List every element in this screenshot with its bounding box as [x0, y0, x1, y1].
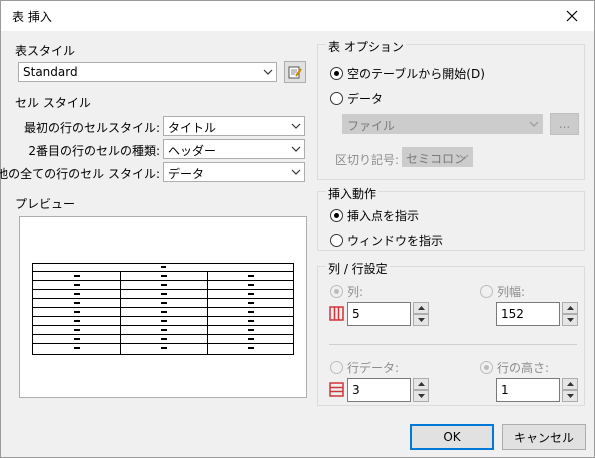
columns-icon — [329, 306, 344, 321]
radio-specify-insertion-point-label: 挿入点を指示 — [347, 209, 420, 223]
preview-heading: プレビュー — [15, 197, 76, 211]
other-rows-style-label: 他の全ての行のセル スタイル: — [0, 167, 160, 181]
row-height-value: 1 — [501, 383, 509, 397]
radio-circle — [330, 361, 343, 374]
row-height-input[interactable]: 1 — [496, 378, 560, 402]
rows-icon — [329, 382, 344, 397]
table-style-edit-button[interactable] — [284, 61, 306, 83]
data-rows-spinner[interactable] — [413, 378, 429, 402]
browse-button[interactable]: ... — [550, 113, 579, 135]
radio-columns[interactable]: 列: — [330, 283, 363, 300]
radio-specify-window[interactable]: ウィンドウを指示 — [330, 232, 443, 249]
second-row-type-value: ヘッダー — [168, 144, 217, 158]
columns-value: 5 — [352, 307, 360, 321]
radio-row-height-label: 行の高さ: — [497, 361, 550, 375]
window-title: 表 挿入 — [12, 10, 52, 24]
divider — [329, 344, 577, 345]
ok-button[interactable]: OK — [410, 424, 494, 450]
table-style-value: Standard — [23, 65, 78, 79]
triangle-up-icon — [417, 382, 425, 386]
radio-specify-window-label: ウィンドウを指示 — [347, 234, 444, 248]
table-preview — [19, 216, 307, 398]
triangle-up-icon — [566, 306, 574, 310]
table-style-select[interactable]: Standard — [18, 62, 277, 82]
row-height-spinner-up[interactable] — [562, 378, 578, 390]
cancel-button-label: キャンセル — [513, 430, 574, 445]
chevron-down-icon — [291, 169, 301, 175]
columns-spinner-down[interactable] — [413, 314, 429, 326]
chevron-down-icon — [291, 123, 301, 129]
row-height-spinner[interactable] — [562, 378, 578, 402]
column-width-spinner-down[interactable] — [562, 314, 578, 326]
insert-table-dialog: 表 挿入 表スタイル Standard セル スタイル 最初の行のセルスタイル:… — [0, 0, 595, 458]
browse-button-label: ... — [558, 117, 571, 131]
delimiter-value: セミコロン — [406, 152, 467, 166]
other-rows-style-select[interactable]: データ — [163, 162, 305, 182]
first-row-style-value: タイトル — [168, 121, 217, 135]
other-rows-style-value: データ — [168, 167, 205, 181]
column-width-spinner[interactable] — [562, 302, 578, 326]
radio-empty-table[interactable]: 空のテーブルから開始(D) — [330, 65, 485, 82]
chevron-down-icon — [529, 121, 539, 127]
radio-circle — [480, 285, 493, 298]
radio-from-data-label: データ — [347, 92, 384, 106]
triangle-up-icon — [417, 306, 425, 310]
delimiter-select[interactable]: セミコロン — [402, 147, 473, 167]
close-icon — [566, 10, 578, 22]
chevron-down-icon — [459, 154, 469, 160]
columns-spinner[interactable] — [413, 302, 429, 326]
first-row-style-label: 最初の行のセルスタイル: — [23, 121, 160, 135]
radio-data-rows-label: 行データ: — [347, 361, 400, 375]
columns-spinner-up[interactable] — [413, 302, 429, 314]
triangle-up-icon — [566, 382, 574, 386]
table-style-heading: 表スタイル — [15, 44, 76, 58]
data-rows-input[interactable]: 3 — [347, 378, 411, 402]
triangle-down-icon — [566, 318, 574, 322]
radio-column-width[interactable]: 列幅: — [480, 283, 525, 300]
delimiter-label: 区切り記号: — [335, 153, 400, 167]
insert-behavior-heading: 挿入動作 — [326, 185, 379, 202]
edit-style-icon — [288, 66, 302, 79]
radio-column-width-label: 列幅: — [497, 285, 526, 299]
radio-circle-selected — [480, 361, 493, 374]
second-row-type-label: 2番目の行のセルの種類: — [28, 144, 160, 158]
columns-input[interactable]: 5 — [347, 302, 411, 326]
close-button[interactable] — [550, 1, 594, 31]
cancel-button[interactable]: キャンセル — [502, 424, 586, 450]
column-width-value: 152 — [501, 307, 524, 321]
table-options-heading: 表 オプション — [326, 38, 406, 55]
table-preview-image — [32, 263, 294, 355]
first-row-style-select[interactable]: タイトル — [163, 116, 305, 136]
radio-circle-selected — [330, 67, 343, 80]
column-width-spinner-up[interactable] — [562, 302, 578, 314]
triangle-down-icon — [417, 394, 425, 398]
title-bar: 表 挿入 — [1, 1, 594, 31]
radio-circle — [330, 234, 343, 247]
data-rows-spinner-down[interactable] — [413, 390, 429, 402]
second-row-type-select[interactable]: ヘッダー — [163, 139, 305, 159]
chevron-down-icon — [263, 69, 273, 75]
triangle-down-icon — [566, 394, 574, 398]
data-rows-spinner-up[interactable] — [413, 378, 429, 390]
column-row-settings-heading: 列 / 行設定 — [326, 260, 390, 277]
data-file-value: ファイル — [347, 119, 396, 133]
row-height-spinner-down[interactable] — [562, 390, 578, 402]
radio-empty-table-label: 空のテーブルから開始(D) — [347, 67, 485, 81]
radio-circle-selected — [330, 285, 343, 298]
ok-button-label: OK — [443, 430, 461, 444]
cell-style-heading: セル スタイル — [15, 96, 91, 110]
radio-circle-selected — [330, 209, 343, 222]
radio-specify-insertion-point[interactable]: 挿入点を指示 — [330, 207, 419, 224]
data-file-select[interactable]: ファイル — [342, 114, 543, 134]
column-width-input[interactable]: 152 — [496, 302, 560, 326]
triangle-down-icon — [417, 318, 425, 322]
radio-circle — [330, 92, 343, 105]
radio-data-rows[interactable]: 行データ: — [330, 359, 399, 376]
radio-from-data[interactable]: データ — [330, 90, 383, 107]
radio-columns-label: 列: — [347, 285, 364, 299]
chevron-down-icon — [291, 146, 301, 152]
data-rows-value: 3 — [352, 383, 360, 397]
radio-row-height[interactable]: 行の高さ: — [480, 359, 549, 376]
